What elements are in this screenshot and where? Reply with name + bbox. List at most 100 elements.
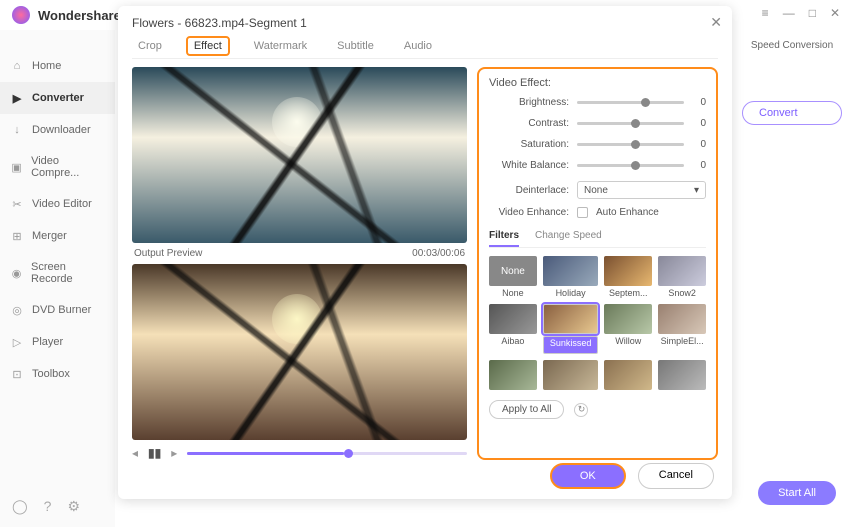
sidebar-item-label: Converter [32,92,84,104]
chevron-down-icon: ▾ [694,185,699,196]
sidebar-item-downloader[interactable]: ↓Downloader [0,114,115,146]
whitebalance-value: 0 [692,160,706,171]
auto-enhance-option: Auto Enhance [596,207,659,218]
sidebar-item-label: Video Compre... [31,155,105,179]
output-preview [132,264,467,440]
saturation-label: Saturation: [489,139,569,150]
compress-icon: ▣ [10,160,23,174]
prev-button[interactable]: ◂ [132,446,138,460]
original-preview [132,67,467,243]
cancel-button[interactable]: Cancel [638,463,714,489]
convert-button[interactable]: Convert [742,101,842,125]
effect-modal: Flowers - 66823.mp4-Segment 1 ✕ Crop Eff… [118,6,732,499]
disc-icon: ◎ [10,303,24,317]
start-all-button[interactable]: Start All [758,481,836,505]
filter-sunkissed[interactable]: Sunkissed [543,304,599,354]
filter-item[interactable] [489,360,537,392]
sidebar-item-dvd[interactable]: ◎ DVD Burner [0,294,115,326]
ok-button[interactable]: OK [550,463,626,489]
deinterlace-label: Deinterlace: [489,185,569,196]
reset-icon[interactable]: ↻ [574,403,588,417]
play-controls: ◂ ▮▮ ▸ [132,446,467,460]
filter-snow2[interactable]: Snow2 [658,256,706,298]
timecode: 00:03/00:06 [412,248,465,259]
speed-conversion-label: Speed Conversion [742,40,842,51]
right-panel: Speed Conversion Convert [742,40,842,125]
sub-tab-filters[interactable]: Filters [489,226,519,247]
sidebar-item-home[interactable]: ⌂ Home [0,50,115,82]
modal-close-icon[interactable]: ✕ [710,14,722,31]
menu-icon[interactable]: ≡ [762,6,769,20]
sidebar-item-merger[interactable]: ⊞Merger [0,220,115,252]
filter-september[interactable]: Septem... [604,256,652,298]
sidebar-item-converter[interactable]: ▶ Converter [0,82,115,114]
contrast-slider[interactable] [577,122,684,125]
maximize-icon[interactable]: □ [809,6,816,20]
brightness-slider[interactable] [577,101,684,104]
sidebar-item-label: Home [32,60,61,72]
sidebar-item-label: Toolbox [32,368,70,380]
filter-item[interactable] [543,360,599,392]
brightness-value: 0 [692,97,706,108]
tab-subtitle[interactable]: Subtitle [331,36,380,56]
sidebar: ⌂ Home ▶ Converter ↓Downloader ▣ Video Comp… [0,30,115,527]
download-icon: ↓ [10,123,24,137]
brand-name: Wondershare [38,8,121,23]
whitebalance-label: White Balance: [489,160,569,171]
sidebar-item-player[interactable]: ▷Player [0,326,115,358]
tab-watermark[interactable]: Watermark [248,36,313,56]
converter-icon: ▶ [10,91,24,105]
contrast-label: Contrast: [489,118,569,129]
help-icon[interactable]: ? [44,498,52,515]
sidebar-item-editor[interactable]: ✂ Video Editor [0,188,115,220]
tab-effect[interactable]: Effect [186,36,230,56]
filter-holiday[interactable]: Holiday [543,256,599,298]
filter-item[interactable] [658,360,706,392]
pause-button[interactable]: ▮▮ [148,446,161,460]
next-button[interactable]: ▸ [171,446,177,460]
brand-logo-icon [12,6,30,24]
filter-aibao[interactable]: Aibao [489,304,537,354]
filter-none[interactable]: NoneNone [489,256,537,298]
sidebar-item-label: DVD Burner [32,304,91,316]
edit-tabs: Crop Effect Watermark Subtitle Audio [132,36,718,59]
home-icon: ⌂ [10,59,24,73]
filter-item[interactable] [604,360,652,392]
whitebalance-slider[interactable] [577,164,684,167]
video-effect-title: Video Effect: [489,77,706,89]
sub-tab-speed[interactable]: Change Speed [535,226,602,247]
close-icon[interactable]: ✕ [830,6,840,20]
deinterlace-select[interactable]: None▾ [577,181,706,199]
sidebar-item-label: Video Editor [32,198,92,210]
user-icon[interactable]: ◯ [12,498,28,515]
output-preview-label: Output Preview [134,248,202,259]
grid-icon: ⊡ [10,367,24,381]
apply-to-all-button[interactable]: Apply to All [489,400,564,419]
sidebar-item-recorder[interactable]: ◉ Screen Recorde [0,252,115,294]
effects-panel: Video Effect: Brightness: 0 Contrast: 0 Sa… [477,67,718,460]
filter-simpleel[interactable]: SimpleEl... [658,304,706,354]
brightness-label: Brightness: [489,97,569,108]
progress-slider[interactable] [187,452,467,455]
tab-crop[interactable]: Crop [132,36,168,56]
preview-column: Output Preview 00:03/00:06 ◂ ▮▮ ▸ [132,67,467,460]
sidebar-item-toolbox[interactable]: ⊡ Toolbox [0,358,115,390]
filter-willow[interactable]: Willow [604,304,652,354]
minimize-icon[interactable]: — [783,6,795,20]
record-icon: ◉ [10,266,23,280]
window-controls: ≡ — □ ✕ [762,6,840,20]
tab-audio[interactable]: Audio [398,36,438,56]
contrast-value: 0 [692,118,706,129]
settings-icon[interactable]: ⚙ [67,498,80,515]
sidebar-item-label: Screen Recorde [31,261,105,285]
effect-sub-tabs: Filters Change Speed [489,226,706,248]
saturation-slider[interactable] [577,143,684,146]
sidebar-item-label: Merger [32,230,67,242]
scissors-icon: ✂ [10,197,24,211]
filter-grid: NoneNone Holiday Septem... Snow2 Aibao S… [489,256,706,392]
bottom-icons: ◯ ? ⚙ [12,498,80,515]
auto-enhance-checkbox[interactable] [577,207,588,218]
saturation-value: 0 [692,139,706,150]
sidebar-item-compressor[interactable]: ▣ Video Compre... [0,146,115,188]
sidebar-item-label: Player [32,336,63,348]
